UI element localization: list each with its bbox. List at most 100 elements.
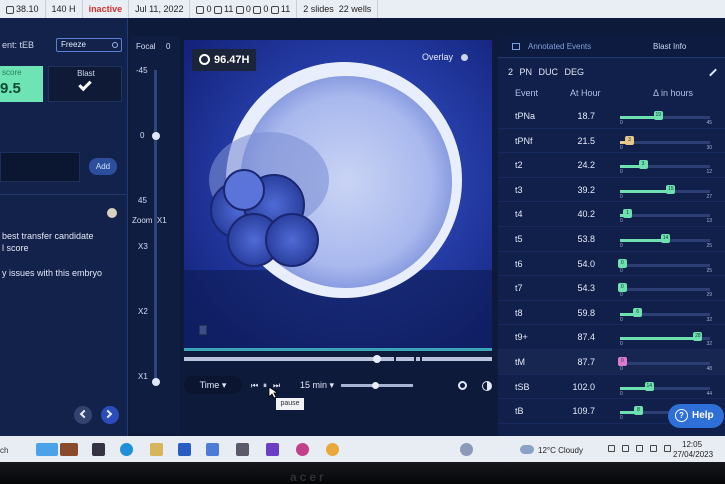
delta-min: 0 <box>620 193 623 200</box>
delta-marker: 3 <box>625 135 634 145</box>
embryo-viewer[interactable]: 96.47H Overlay <box>184 40 492 350</box>
pause-button[interactable]: ⏸ <box>263 381 267 391</box>
zoom-row: Zoom X1 <box>132 216 167 225</box>
app-icon-6[interactable] <box>266 443 279 456</box>
event-hour: 39.2 <box>577 184 595 195</box>
event-name: t9+ <box>515 332 528 343</box>
app-icon-8[interactable] <box>460 443 473 456</box>
focal-slider-knob[interactable] <box>152 132 160 140</box>
slides-count: 2 slides <box>303 4 334 14</box>
delta-range: 1 <box>620 209 710 219</box>
event-hour: 21.5 <box>577 135 595 146</box>
chrome-icon[interactable] <box>326 443 339 456</box>
zoom-tick-x3: X3 <box>138 242 148 251</box>
event-name: tPNf <box>515 135 533 146</box>
delta-marker: 0 <box>617 357 627 366</box>
time-badge: 96.47H <box>192 49 256 71</box>
note-input[interactable] <box>0 152 80 182</box>
timeline-slider[interactable] <box>184 357 492 361</box>
delta-min: 0 <box>620 218 623 225</box>
event-row[interactable]: tM 87.7 0 0 48 <box>498 350 725 375</box>
event-row[interactable]: t6 54.0 0 0 25 <box>498 252 725 277</box>
app-icon-5[interactable] <box>236 443 249 456</box>
folder-icon[interactable] <box>150 443 163 456</box>
top-bar: 38.10 140 H inactive Jul 11, 2022 0 11 0… <box>0 0 725 436</box>
event-name: tM <box>515 357 525 367</box>
add-button[interactable]: Add <box>89 158 117 175</box>
widgets-icon[interactable] <box>92 443 105 456</box>
language-icon[interactable] <box>622 445 629 452</box>
overlay-toggle[interactable] <box>461 54 468 61</box>
zoom-tick-x2: X2 <box>138 307 148 316</box>
note-text-2: y issues with this embryo <box>2 268 103 278</box>
app-icon-3[interactable] <box>178 443 191 456</box>
focal-tick-top: -45 <box>136 66 148 75</box>
taskbar-search[interactable]: ch <box>0 446 8 455</box>
volume-icon[interactable] <box>650 445 657 452</box>
event-name: t4 <box>515 209 523 220</box>
next-button[interactable] <box>101 406 119 424</box>
contrast-icon[interactable] <box>482 381 492 391</box>
count-2: 0 <box>245 4 251 14</box>
prev-button[interactable] <box>74 406 92 424</box>
date-value: Jul 11, 2022 <box>135 4 184 14</box>
col-header-delta: Δ in hours <box>653 88 694 98</box>
help-icon: ? <box>675 409 688 422</box>
zoom-slider-knob[interactable] <box>152 378 160 386</box>
event-row[interactable]: t7 54.3 0 0 29 <box>498 276 725 301</box>
help-button[interactable]: ? Help <box>668 404 724 428</box>
event-row[interactable]: t4 40.2 1 0 13 <box>498 202 725 227</box>
event-row[interactable]: t8 59.8 6 0 32 <box>498 301 725 326</box>
timeline-knob[interactable] <box>373 355 381 363</box>
document-icon[interactable] <box>199 325 207 335</box>
counts-cell: 0 11 0 0 11 <box>190 0 298 18</box>
tab-blast-info[interactable]: Blast Info <box>653 42 686 51</box>
tab-annotated-events[interactable]: Annotated Events <box>528 42 591 51</box>
timeline-events-bar <box>184 348 492 351</box>
speed-slider-knob[interactable] <box>372 382 379 389</box>
focal-slider[interactable] <box>154 70 157 380</box>
time-dropdown[interactable]: Time ▾ <box>184 376 242 394</box>
freeze-button[interactable]: Freeze <box>56 38 122 52</box>
radio-option[interactable] <box>107 208 117 218</box>
edit-icon[interactable] <box>709 68 717 77</box>
network-icon[interactable] <box>636 445 643 452</box>
event-hour: 54.3 <box>577 283 595 294</box>
delta-range: 14 <box>620 234 710 243</box>
delta-min: 0 <box>620 169 623 176</box>
embryo-icon <box>214 5 222 14</box>
blast-toggle[interactable]: Blast <box>48 66 122 102</box>
chevron-up-icon[interactable] <box>608 445 615 452</box>
delta-max: 32 <box>706 316 712 323</box>
gear-icon <box>112 42 118 48</box>
event-row[interactable]: t2 24.2 3 0 12 <box>498 153 725 178</box>
step-back-button[interactable]: ⏮ <box>251 381 258 391</box>
event-row[interactable]: t3 39.2 15 0 27 <box>498 178 725 203</box>
event-row[interactable]: tSB 102.0 14 0 44 <box>498 375 725 400</box>
event-row[interactable]: tPNa 18.7 19 0 45 <box>498 104 725 129</box>
delta-min: 0 <box>620 292 623 299</box>
app-icon-7[interactable] <box>296 443 309 456</box>
edge-icon[interactable] <box>120 443 133 456</box>
delta-min: 0 <box>620 267 623 274</box>
weather-text[interactable]: 12°C Cloudy <box>538 446 583 455</box>
event-row[interactable]: tPNf 21.5 3 0 30 <box>498 129 725 154</box>
event-row[interactable]: t5 53.8 14 0 25 <box>498 227 725 252</box>
event-tags[interactable]: 2 PN DUC DEG <box>508 67 584 77</box>
clock-time[interactable]: 12:05 <box>682 440 702 449</box>
note-line-2: l score <box>2 243 29 253</box>
app-icon-1[interactable] <box>36 443 58 456</box>
event-hour: 102.0 <box>572 381 595 392</box>
app-icon-2[interactable] <box>60 443 78 456</box>
delta-max: 29 <box>706 292 712 299</box>
event-name: t3 <box>515 184 523 195</box>
app-icon-4[interactable] <box>206 443 219 456</box>
battery-icon[interactable] <box>664 445 671 452</box>
skip-back-icon: ⏮ <box>251 381 259 390</box>
event-row[interactable]: t9+ 87.4 28 0 32 <box>498 325 725 350</box>
clock-date[interactable]: 27/04/2023 <box>673 450 713 459</box>
brightness-icon[interactable] <box>458 381 467 390</box>
zoom-label: Zoom <box>132 216 153 225</box>
count-1: 11 <box>224 4 234 14</box>
zoom-tick-x1: X1 <box>138 372 148 381</box>
